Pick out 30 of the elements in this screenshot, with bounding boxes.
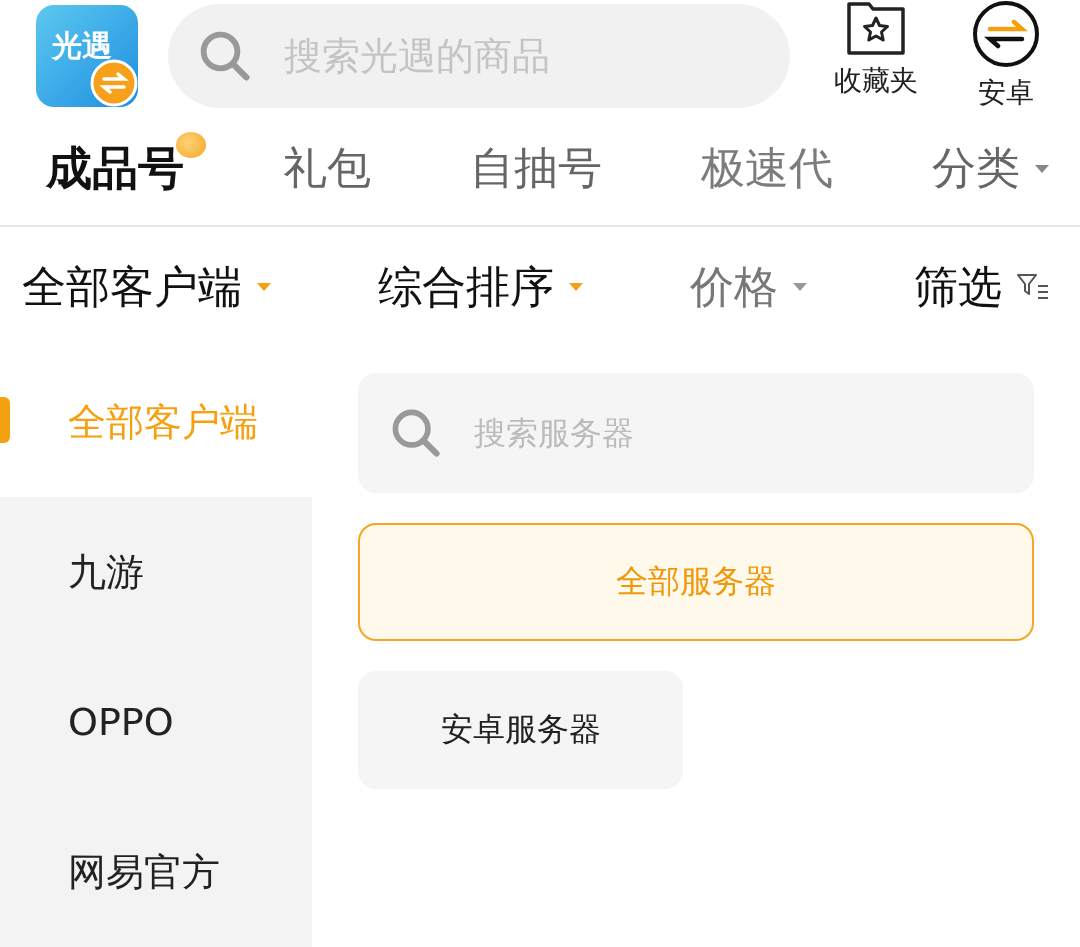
client-item[interactable]: 九游 xyxy=(0,497,312,647)
caret-icon xyxy=(1034,163,1050,174)
folder-star-icon xyxy=(846,0,906,56)
search-icon xyxy=(390,407,442,459)
client-item[interactable]: 网易官方 xyxy=(0,797,312,947)
category-tab[interactable]: 成品号 xyxy=(46,137,184,200)
client-item[interactable]: OPPO xyxy=(0,647,312,797)
client-label: 全部客户端 xyxy=(68,398,258,446)
swap-icon xyxy=(972,0,1040,68)
category-tab[interactable]: 分类 xyxy=(932,139,1050,199)
filter-dropdown[interactable]: 价格 xyxy=(690,257,808,317)
platform-button[interactable]: 安卓 xyxy=(972,0,1040,112)
server-chip[interactable]: 安卓服务器 xyxy=(358,671,683,789)
selected-indicator xyxy=(0,397,10,443)
caret-icon xyxy=(568,282,584,293)
filter-dropdown[interactable]: 筛选 xyxy=(914,257,1050,317)
server-search-bar[interactable]: 搜索服务器 xyxy=(358,373,1034,493)
category-tab[interactable]: 极速代 xyxy=(701,139,833,199)
client-label: OPPO xyxy=(68,700,174,744)
search-icon xyxy=(198,29,252,83)
caret-icon xyxy=(256,282,272,293)
server-search-field[interactable]: 搜索服务器 xyxy=(472,413,1002,453)
caret-icon xyxy=(792,282,808,293)
category-tab[interactable]: 礼包 xyxy=(283,139,371,199)
client-label: 网易官方 xyxy=(68,848,220,896)
filter-dropdown[interactable]: 全部客户端 xyxy=(22,257,272,317)
category-tab[interactable]: 自抽号 xyxy=(470,139,602,199)
favorites-button[interactable]: 收藏夹 xyxy=(834,0,918,112)
client-label: 九游 xyxy=(68,548,144,596)
filter-dropdown[interactable]: 综合排序 xyxy=(378,257,584,317)
